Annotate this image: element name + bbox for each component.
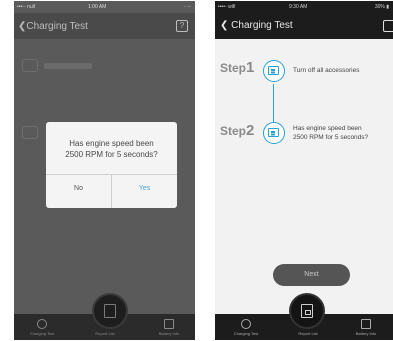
status-carrier: •••◦◦ null [17, 4, 35, 10]
gauge-icon [241, 319, 251, 329]
dialog-message-line2: 2500 RPM for 5 seconds? [65, 150, 158, 159]
step-1-battery-icon [263, 60, 285, 82]
report-fab-button[interactable] [289, 293, 325, 329]
help-icon[interactable] [383, 20, 393, 32]
gauge-icon [37, 319, 47, 329]
nav-bar: ❮ Charging Test [215, 13, 393, 39]
dimmed-step-icon [22, 59, 38, 72]
status-time: 9:30 AM [289, 4, 308, 10]
tab-label: Charging Test [233, 331, 259, 336]
status-time: 1:00 AM [88, 4, 107, 10]
report-icon [301, 304, 313, 318]
tab-charging-test[interactable]: Charging Test [17, 314, 67, 336]
battery-icon [361, 319, 371, 329]
step-1-label: Step1 [220, 59, 255, 76]
dialog-message-line1: Has engine speed been [69, 139, 154, 148]
status-bar: ••••◦ wifi 9:30 AM 30% ▮ [215, 1, 393, 13]
report-fab-button[interactable] [92, 293, 128, 329]
status-battery: ◦ ◦◦ [184, 4, 191, 10]
dialog-message: Has engine speed been 2500 RPM for 5 sec… [46, 138, 177, 160]
step-2-label: Step2 [220, 122, 255, 139]
dialog-no-button[interactable]: No [46, 185, 111, 192]
status-battery: 30% ▮ [374, 4, 389, 10]
tab-label: Charging Test [29, 331, 55, 336]
status-carrier: ••••◦ wifi [218, 4, 236, 10]
tab-label: Report List [298, 331, 318, 336]
back-button[interactable]: ❮Charging Test [18, 21, 88, 32]
step-1-text: Turn off all accessories [293, 67, 360, 74]
tab-battery-info[interactable]: Battery Info [144, 314, 194, 336]
help-icon[interactable]: ? [176, 20, 188, 32]
step-2-battery-icon [263, 122, 285, 144]
right-phone-screen: ••••◦ wifi 9:30 AM 30% ▮ ❮ Charging Test… [215, 1, 393, 340]
step-2-text: Has engine speed been 2500 RPM for 5 sec… [293, 125, 369, 141]
tab-label: Report List [95, 331, 115, 336]
tab-label: Battery Info [355, 331, 377, 336]
report-icon [104, 304, 116, 318]
back-button[interactable]: ❮ Charging Test [220, 20, 293, 31]
dialog-yes-button[interactable]: Yes [112, 185, 177, 192]
tab-charging-test[interactable]: Charging Test [221, 314, 271, 336]
step-connector [273, 84, 274, 122]
status-bar: •••◦◦ null 1:00 AM ◦ ◦◦ [14, 1, 195, 13]
confirm-dialog: Has engine speed been 2500 RPM for 5 sec… [46, 122, 177, 208]
tab-battery-info[interactable]: Battery Info [341, 314, 391, 336]
dimmed-step-text [44, 63, 92, 69]
left-phone-screen: •••◦◦ null 1:00 AM ◦ ◦◦ ❮Charging Test ?… [14, 1, 195, 340]
next-button[interactable]: Next [273, 264, 350, 286]
screenshot-stage: •••◦◦ null 1:00 AM ◦ ◦◦ ❮Charging Test ?… [0, 0, 393, 341]
tab-label: Battery Info [158, 331, 180, 336]
dimmed-step-icon [22, 126, 38, 139]
nav-bar: ❮Charging Test ? [14, 13, 195, 39]
battery-icon [164, 319, 174, 329]
